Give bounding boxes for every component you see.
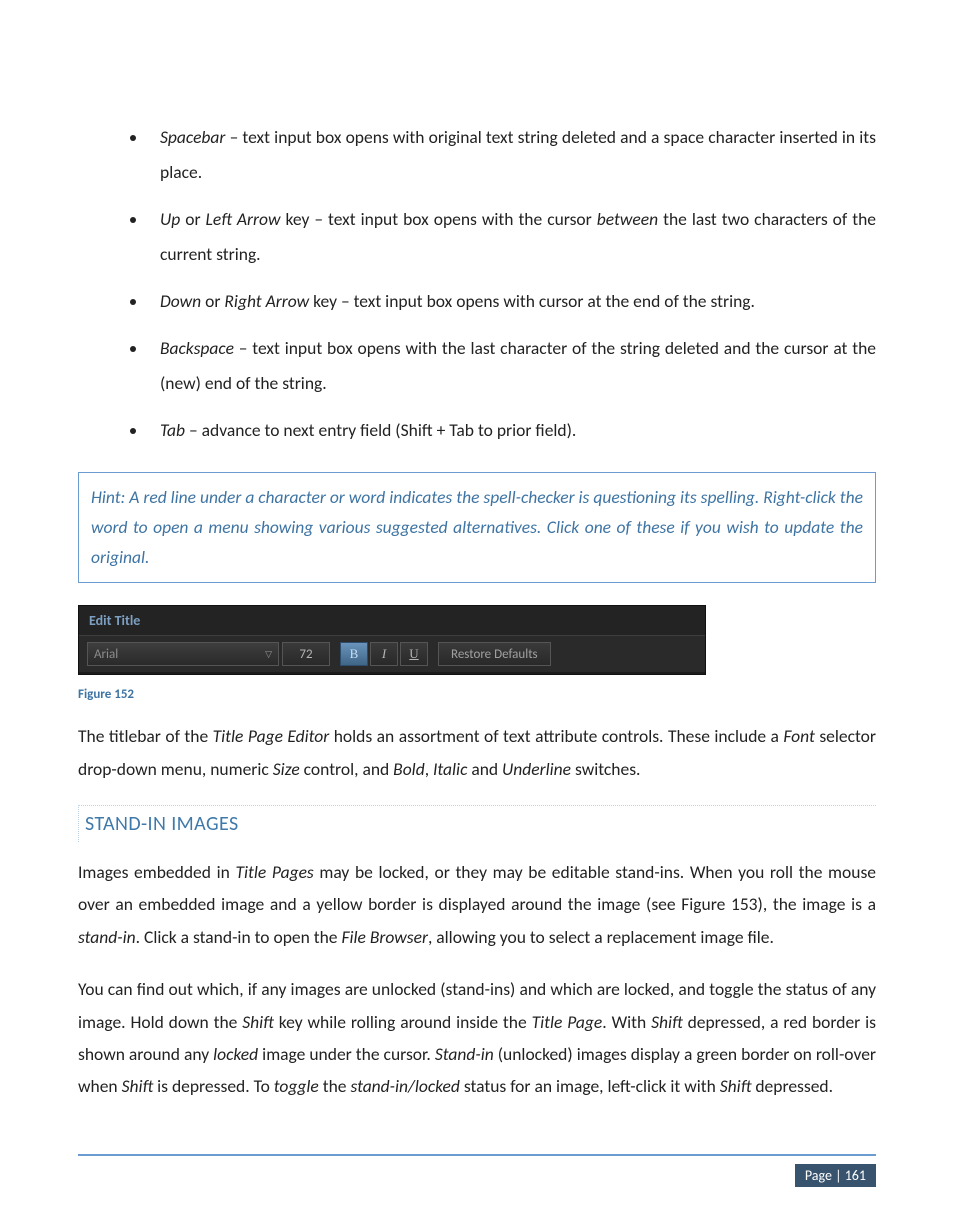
text: – text input box opens with the last cha… <box>160 337 876 394</box>
text: The titlebar of the <box>78 725 213 747</box>
keyboard-shortcut-list: Spacebar – text input box opens with ori… <box>78 120 876 448</box>
text: status for an image, left-click it with <box>460 1075 720 1097</box>
term: Italic <box>433 758 467 780</box>
paragraph: Images embedded in Title Pages may be lo… <box>78 856 876 953</box>
text: and <box>467 758 502 780</box>
text: key – text input box opens with the curs… <box>280 208 596 230</box>
term: Bold <box>393 758 425 780</box>
term: Up <box>160 208 180 230</box>
term: Font <box>783 725 814 747</box>
italic-button[interactable]: I <box>370 642 398 666</box>
font-size-value: 72 <box>299 647 312 662</box>
chevron-down-icon: ▽ <box>265 649 272 660</box>
text: , allowing you to select a replacement i… <box>428 926 774 948</box>
term: Underline <box>502 758 571 780</box>
text: key – text input box opens with cursor a… <box>309 290 755 312</box>
term: Spacebar <box>160 126 225 148</box>
term: File Browser <box>341 926 427 948</box>
term: Stand-in <box>435 1043 494 1065</box>
restore-defaults-button[interactable]: Restore Defaults <box>438 642 551 666</box>
text: – text input box opens with original tex… <box>160 126 876 183</box>
term: toggle <box>274 1075 319 1097</box>
bold-button[interactable]: B <box>340 642 368 666</box>
term: Tab <box>160 419 185 441</box>
text: image under the cursor. <box>258 1043 435 1065</box>
term: Down <box>160 290 201 312</box>
font-dropdown[interactable]: Arial ▽ <box>87 642 279 666</box>
restore-defaults-label: Restore Defaults <box>451 647 538 662</box>
term: Title Page Editor <box>213 725 330 747</box>
text: control, and <box>300 758 393 780</box>
text: holds an assortment of text attribute co… <box>329 725 783 747</box>
term: Shift <box>242 1011 274 1033</box>
text: or <box>201 290 224 312</box>
term: stand-in/locked <box>350 1075 459 1097</box>
edit-title-controls: Arial ▽ 72 B I U Restore Defaults <box>79 636 705 674</box>
list-item: Up or Left Arrow key – text input box op… <box>148 202 876 272</box>
text: – advance to next entry field (Shift + T… <box>185 419 576 441</box>
text: Images embedded in <box>78 861 235 883</box>
hint-text: Hint: A red line under a character or wo… <box>91 486 863 568</box>
list-item: Backspace – text input box opens with th… <box>148 331 876 401</box>
term: Shift <box>122 1075 154 1097</box>
text: depressed. <box>751 1075 833 1097</box>
list-item: Down or Right Arrow key – text input box… <box>148 284 876 319</box>
list-item: Spacebar – text input box opens with ori… <box>148 120 876 190</box>
text: , <box>425 758 433 780</box>
underline-label: U <box>409 646 418 662</box>
edit-title-header: Edit Title <box>79 606 705 636</box>
page-footer: Page | 161 <box>78 1154 876 1187</box>
hint-callout: Hint: A red line under a character or wo… <box>78 472 876 583</box>
font-size-input[interactable]: 72 <box>282 642 330 666</box>
term: Title Page <box>532 1011 603 1033</box>
text: is depressed. To <box>153 1075 274 1097</box>
paragraph: You can find out which, if any images ar… <box>78 973 876 1103</box>
term: locked <box>213 1043 258 1065</box>
term: Title Pages <box>235 861 313 883</box>
footer-rule <box>78 1154 876 1156</box>
term: Size <box>273 758 300 780</box>
text: or <box>180 208 205 230</box>
page-number-badge: Page | 161 <box>795 1164 876 1187</box>
term: between <box>597 208 658 230</box>
term: Shift <box>651 1011 683 1033</box>
term: Shift <box>720 1075 752 1097</box>
underline-button[interactable]: U <box>400 642 428 666</box>
font-dropdown-value: Arial <box>94 647 118 662</box>
term: Right Arrow <box>224 290 309 312</box>
figure-152: Edit Title Arial ▽ 72 B I U <box>78 605 876 675</box>
text: . Click a stand-in to open the <box>136 926 342 948</box>
text: the <box>319 1075 351 1097</box>
list-item: Tab – advance to next entry field (Shift… <box>148 413 876 448</box>
term: Left Arrow <box>206 208 281 230</box>
edit-title-toolbar: Edit Title Arial ▽ 72 B I U <box>78 605 706 675</box>
text: . With <box>602 1011 651 1033</box>
term: stand-in <box>78 926 136 948</box>
figure-caption: Figure 152 <box>78 687 876 702</box>
term: Backspace <box>160 337 234 359</box>
text: key while rolling around inside the <box>274 1011 532 1033</box>
italic-label: I <box>382 646 386 662</box>
section-heading: STAND-IN IMAGES <box>78 805 876 842</box>
bold-label: B <box>350 646 359 662</box>
text: switches. <box>571 758 640 780</box>
paragraph: The titlebar of the Title Page Editor ho… <box>78 720 876 785</box>
